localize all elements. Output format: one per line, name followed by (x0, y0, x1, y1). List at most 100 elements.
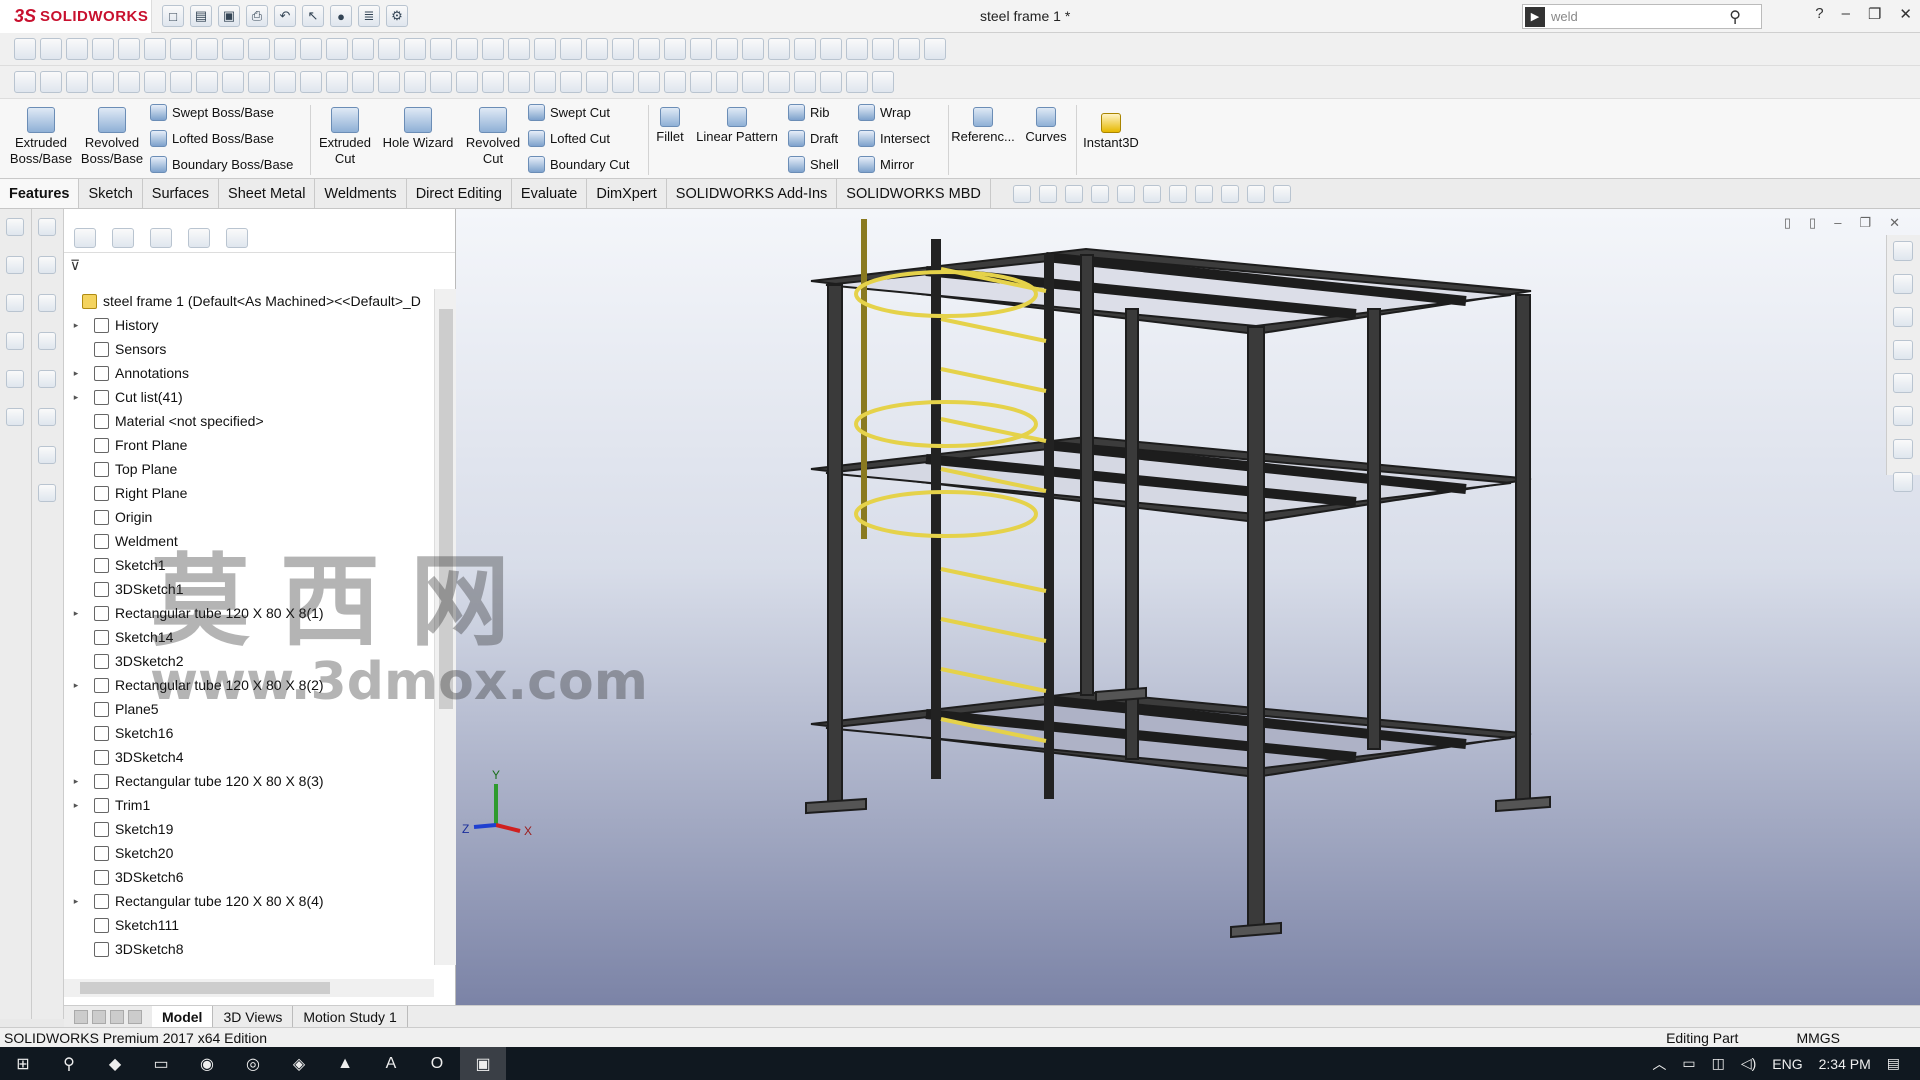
search-box[interactable]: ▶ weld ⚲ (1522, 4, 1762, 29)
relations-icon[interactable] (6, 408, 24, 426)
tool-f-icon[interactable] (38, 446, 56, 464)
tree-item[interactable]: Front Plane (64, 433, 434, 457)
battery-icon[interactable]: ▭ (1682, 1055, 1695, 1072)
toolbar-tool-icon[interactable] (92, 38, 114, 60)
wrap-button[interactable]: Wrap (858, 104, 911, 121)
prev-tab-icon[interactable] (92, 1009, 106, 1024)
dynamic-annotation-icon[interactable] (1116, 184, 1135, 203)
toolbar-tool-icon[interactable] (66, 38, 88, 60)
toolbar-tool-icon[interactable] (716, 38, 738, 60)
toolbar-tool-icon[interactable] (66, 71, 88, 93)
filter-icon[interactable]: ⊽ (70, 257, 80, 274)
property-manager-tab-icon[interactable] (112, 227, 134, 248)
toolbar-tool-icon[interactable] (794, 71, 816, 93)
app-icon-2[interactable]: ◎ (230, 1047, 276, 1080)
toolbar-tool-icon[interactable] (664, 38, 686, 60)
toolbar-tool-icon[interactable] (508, 38, 530, 60)
tab-weldments[interactable]: Weldments (315, 179, 407, 208)
point-icon[interactable] (6, 332, 24, 350)
tree-item[interactable]: Top Plane (64, 457, 434, 481)
toolbar-tool-icon[interactable] (118, 38, 140, 60)
toolbar-tool-icon[interactable] (612, 71, 634, 93)
options-gear-icon[interactable]: ⚙ (386, 5, 408, 27)
configuration-manager-tab-icon[interactable] (150, 227, 172, 248)
tree-item[interactable]: ▸ Rectangular tube 120 X 80 X 8(4) (64, 889, 434, 913)
toolbar-tool-icon[interactable] (92, 71, 114, 93)
tab-sheet-metal[interactable]: Sheet Metal (219, 179, 316, 208)
undo-icon[interactable]: ↶ (274, 5, 296, 27)
toolbar-tool-icon[interactable] (872, 38, 894, 60)
graphics-area[interactable]: ▯ ▯ – ❐ ✕ Y Z X (456, 209, 1920, 1006)
boundary-boss-button[interactable]: Boundary Boss/Base (150, 156, 293, 173)
tree-horizontal-scrollbar[interactable] (64, 979, 434, 997)
mirror-button[interactable]: Mirror (858, 156, 914, 173)
toolbar-tool-icon[interactable] (378, 71, 400, 93)
hide-show-items-icon[interactable] (1194, 184, 1213, 203)
file-explorer-taskbar-icon[interactable]: ▭ (138, 1047, 184, 1080)
toolbar-tool-icon[interactable] (118, 71, 140, 93)
view-orientation-icon[interactable] (1142, 184, 1161, 203)
tab-3d-views[interactable]: 3D Views (213, 1005, 294, 1028)
tab-mbd[interactable]: SOLIDWORKS MBD (837, 179, 991, 208)
tree-root-part[interactable]: steel frame 1 (Default<As Machined><<Def… (64, 289, 434, 313)
lofted-cut-button[interactable]: Lofted Cut (528, 130, 610, 147)
toolbar-tool-icon[interactable] (170, 38, 192, 60)
status-units[interactable]: MMGS (1796, 1030, 1840, 1046)
discord-icon[interactable]: ◈ (276, 1047, 322, 1080)
tool-b-icon[interactable] (38, 256, 56, 274)
toolbar-tool-icon[interactable] (586, 71, 608, 93)
curves-button[interactable]: Curves (1018, 99, 1074, 145)
tree-item[interactable]: Right Plane (64, 481, 434, 505)
toolbar-tool-icon[interactable] (404, 71, 426, 93)
toolbar-tool-icon[interactable] (820, 38, 842, 60)
reference-geometry-button[interactable]: Referenc... (950, 99, 1016, 145)
toolbar-tool-icon[interactable] (352, 71, 374, 93)
toolbar-tool-icon[interactable] (560, 38, 582, 60)
first-tab-icon[interactable] (74, 1009, 88, 1024)
fillet-button[interactable]: Fillet (652, 99, 688, 145)
toolbar-tool-icon[interactable] (872, 71, 894, 93)
solidworks-taskbar-icon[interactable]: ▲ (322, 1047, 368, 1080)
shell-button[interactable]: Shell (788, 156, 839, 173)
toolbar-tool-icon[interactable] (456, 71, 478, 93)
expand-arrow-icon[interactable]: ▸ (70, 800, 82, 811)
expand-arrow-icon[interactable]: ▸ (70, 776, 82, 787)
toolbar-tool-icon[interactable] (378, 38, 400, 60)
tree-item[interactable]: 3DSketch8 (64, 937, 434, 961)
tool-a-icon[interactable] (38, 218, 56, 236)
sketch-icon[interactable] (6, 218, 24, 236)
tab-model[interactable]: Model (152, 1005, 214, 1028)
toolbar-tool-icon[interactable] (430, 71, 452, 93)
toolbar-tool-icon[interactable] (690, 71, 712, 93)
file-explorer-icon[interactable] (1893, 307, 1913, 327)
display-manager-tab-icon[interactable] (226, 227, 248, 248)
toolbar-tool-icon[interactable] (222, 71, 244, 93)
expand-arrow-icon[interactable]: ▸ (70, 368, 82, 379)
toolbar-tool-icon[interactable] (846, 71, 868, 93)
language-indicator[interactable]: ENG (1772, 1056, 1802, 1072)
expand-arrow-icon[interactable]: ▸ (70, 608, 82, 619)
text-tool-icon[interactable] (38, 294, 56, 312)
toolbar-tool-icon[interactable] (534, 71, 556, 93)
swept-cut-button[interactable]: Swept Cut (528, 104, 610, 121)
view-palette-icon[interactable] (1893, 340, 1913, 360)
toolbar-tool-icon[interactable] (664, 71, 686, 93)
toolbar-tool-icon[interactable] (742, 71, 764, 93)
next-tab-icon[interactable] (110, 1009, 124, 1024)
section-view-icon[interactable] (1090, 184, 1109, 203)
toolbar-tool-icon[interactable] (170, 71, 192, 93)
zoom-to-fit-icon[interactable] (1012, 184, 1031, 203)
tab-sketch[interactable]: Sketch (79, 179, 143, 208)
home-icon[interactable] (1893, 241, 1913, 261)
toolbar-tool-icon[interactable] (794, 38, 816, 60)
toolbar-tool-icon[interactable] (326, 71, 348, 93)
toolbar-tool-icon[interactable] (508, 71, 530, 93)
toolbar-tool-icon[interactable] (274, 38, 296, 60)
app-icon-1[interactable]: ◆ (92, 1047, 138, 1080)
solidworks-2017-taskbar-icon[interactable]: ▣ (460, 1047, 506, 1080)
toolbar-tool-icon[interactable] (300, 71, 322, 93)
tree-item[interactable]: ▸ History (64, 313, 434, 337)
help-icon[interactable]: ? (1815, 5, 1823, 23)
toolbar-tool-icon[interactable] (326, 38, 348, 60)
tab-addins[interactable]: SOLIDWORKS Add-Ins (667, 179, 838, 208)
